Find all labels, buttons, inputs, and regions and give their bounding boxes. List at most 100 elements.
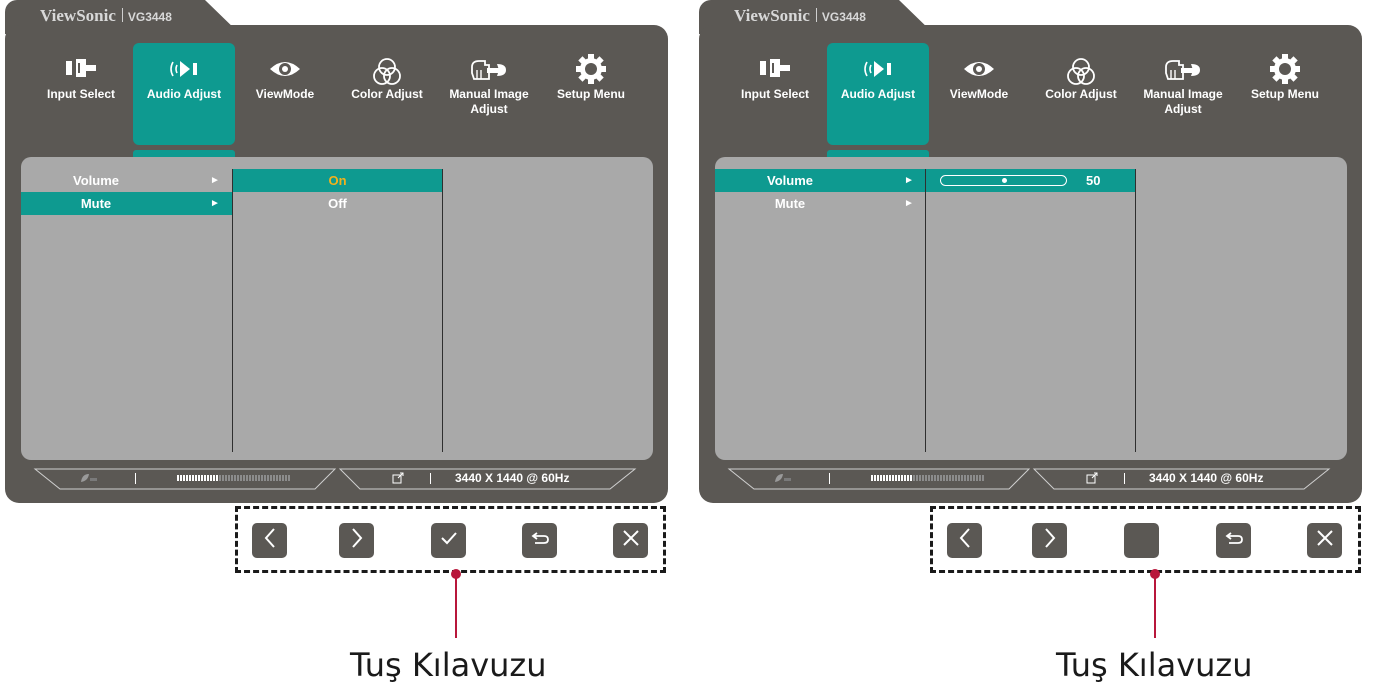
signal-segment xyxy=(282,475,284,481)
signal-segment xyxy=(213,475,215,481)
nav-label: Manual Image Adjust xyxy=(1143,87,1223,116)
brand-separator xyxy=(121,8,123,22)
chevron-right-icon xyxy=(349,527,365,554)
signal-segment xyxy=(943,475,945,481)
nav-audio-adjust[interactable]: Audio Adjust xyxy=(133,43,235,145)
signal-segment xyxy=(958,475,960,481)
option-on[interactable]: On xyxy=(233,169,442,192)
menu-item-volume[interactable]: Volume ► xyxy=(715,169,926,192)
nav-label: ViewMode xyxy=(949,87,1009,101)
arrow-right-icon: ► xyxy=(904,198,914,209)
return-icon xyxy=(530,531,550,550)
signal-segment xyxy=(240,475,242,481)
signal-segment xyxy=(892,475,894,481)
signal-segment xyxy=(931,475,933,481)
signal-segment xyxy=(288,475,290,481)
checkmark-icon xyxy=(440,531,458,550)
signal-segment xyxy=(243,475,245,481)
signal-segment xyxy=(180,475,182,481)
nav-manual-image-adjust[interactable]: Manual Image Adjust xyxy=(438,43,540,145)
chevron-left-icon xyxy=(262,527,278,554)
nav-audio-adjust[interactable]: Audio Adjust xyxy=(827,43,929,145)
menu-item-mute[interactable]: Mute ► xyxy=(21,192,232,215)
signal-segment xyxy=(883,475,885,481)
signal-segment xyxy=(970,475,972,481)
signal-segment xyxy=(961,475,963,481)
signal-strength-bar xyxy=(177,475,290,481)
signal-segment xyxy=(907,475,909,481)
option-off[interactable]: Off xyxy=(233,192,442,215)
nav-setup-menu[interactable]: Setup Menu xyxy=(540,43,642,145)
signal-segment xyxy=(201,475,203,481)
input-select-icon xyxy=(30,43,132,87)
key-close-button[interactable] xyxy=(1307,523,1342,558)
menu-column: Volume ► Mute ► xyxy=(21,169,232,215)
signal-segment xyxy=(877,475,879,481)
nav-label: Input Select xyxy=(740,87,809,101)
signal-strength-bar xyxy=(871,475,984,481)
key-close-button[interactable] xyxy=(613,523,648,558)
key-return-button[interactable] xyxy=(522,523,557,558)
key-right-button[interactable] xyxy=(339,523,374,558)
signal-segment xyxy=(198,475,200,481)
signal-segment xyxy=(973,475,975,481)
key-guide-caption: Tuş Kılavuzu xyxy=(350,646,547,684)
model-name: VG3448 xyxy=(821,10,866,24)
signal-segment xyxy=(246,475,248,481)
key-guide-caption: Tuş Kılavuzu xyxy=(1056,646,1253,684)
options-column: 50 xyxy=(926,169,1135,192)
signal-segment xyxy=(285,475,287,481)
signal-segment xyxy=(237,475,239,481)
status-divider xyxy=(135,473,136,484)
callout-line xyxy=(455,574,457,638)
signal-segment xyxy=(216,475,218,481)
resolution-readout: 3440 X 1440 @ 60Hz xyxy=(1149,471,1264,485)
signal-segment xyxy=(210,475,212,481)
signal-segment xyxy=(919,475,921,481)
volume-slider[interactable]: 50 xyxy=(926,169,1135,192)
signal-segment xyxy=(261,475,263,481)
signal-segment xyxy=(913,475,915,481)
signal-segment xyxy=(258,475,260,481)
key-blank-button[interactable] xyxy=(1124,523,1159,558)
signal-segment xyxy=(249,475,251,481)
brand-name: ViewSonic xyxy=(734,6,810,25)
signal-segment xyxy=(186,475,188,481)
signal-segment xyxy=(231,475,233,481)
key-left-button[interactable] xyxy=(252,523,287,558)
signal-segment xyxy=(207,475,209,481)
key-confirm-button[interactable] xyxy=(431,523,466,558)
key-right-button[interactable] xyxy=(1032,523,1067,558)
key-return-button[interactable] xyxy=(1216,523,1251,558)
nav-viewmode[interactable]: ViewMode xyxy=(928,43,1030,145)
menu-item-mute[interactable]: Mute ► xyxy=(715,192,926,215)
menu-item-label: Mute xyxy=(774,196,806,211)
signal-segment xyxy=(195,475,197,481)
signal-segment xyxy=(279,475,281,481)
arrow-right-icon: ► xyxy=(210,175,220,186)
nav-setup-menu[interactable]: Setup Menu xyxy=(1234,43,1336,145)
nav-color-adjust[interactable]: Color Adjust xyxy=(336,43,438,145)
eye-icon xyxy=(928,43,1030,87)
signal-segment xyxy=(276,475,278,481)
key-left-button[interactable] xyxy=(947,523,982,558)
nav-input-select[interactable]: Input Select xyxy=(30,43,132,145)
key-guide-left xyxy=(235,506,666,573)
volume-slider-track[interactable] xyxy=(940,175,1067,186)
signal-segment xyxy=(273,475,275,481)
nav-label: Color Adjust xyxy=(1045,87,1117,101)
volume-slider-knob[interactable] xyxy=(1002,178,1007,183)
nav-color-adjust[interactable]: Color Adjust xyxy=(1030,43,1132,145)
nav-input-select[interactable]: Input Select xyxy=(724,43,826,145)
menu-item-volume[interactable]: Volume ► xyxy=(21,169,232,192)
signal-segment xyxy=(976,475,978,481)
signal-segment xyxy=(934,475,936,481)
signal-segment xyxy=(967,475,969,481)
menu-column: Volume ► Mute ► xyxy=(715,169,926,215)
signal-segment xyxy=(901,475,903,481)
arrow-right-icon: ► xyxy=(904,175,914,186)
nav-manual-image-adjust[interactable]: Manual Image Adjust xyxy=(1132,43,1234,145)
nav-viewmode[interactable]: ViewMode xyxy=(234,43,336,145)
signal-segment xyxy=(904,475,906,481)
signal-segment xyxy=(222,475,224,481)
